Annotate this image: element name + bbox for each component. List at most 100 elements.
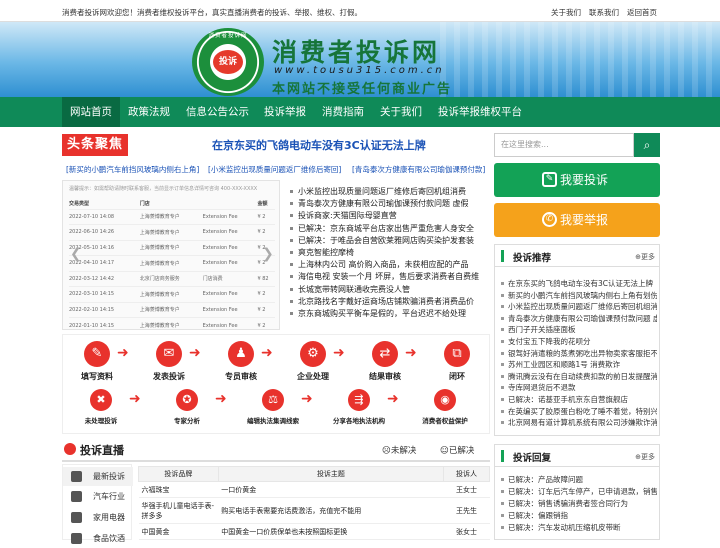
table-row[interactable]: 六福珠宝 一口价黄金 王女士 xyxy=(138,481,490,498)
news-item[interactable]: 海信电视 安装一个月 坏屏，售后要求消费者自费维 xyxy=(290,271,479,282)
flow-step: ⧉ 闭环 xyxy=(429,341,485,382)
table-row[interactable]: 华强手机儿童电话手表-拼多多 购买电话手表需要充话费激活，充值完不能用 王先生 xyxy=(138,497,490,524)
slider-col: 交易类型 xyxy=(69,201,90,208)
category-appliance[interactable]: 家用电器 xyxy=(63,508,133,527)
reply-more[interactable]: ⊕更多 xyxy=(635,452,655,462)
home-link[interactable]: 返回首页 xyxy=(627,7,657,18)
reply-item[interactable]: 已解决：产品故障问题 xyxy=(501,474,657,485)
news-item[interactable]: 已解决：京东商城平台店家出售严重危害人身安全 xyxy=(290,223,474,234)
search-button[interactable]: ⌕ xyxy=(634,133,660,157)
gear-icon: ⚙ xyxy=(300,341,326,367)
welcome-text: 消费者投诉网欢迎您！消费者维权投诉平台，真实直播消费者的投诉、举报、维权、打假。 xyxy=(62,8,362,17)
slider-cell: Extension Fee xyxy=(202,224,258,240)
flow-step-label: 企业处理 xyxy=(297,372,329,381)
search-input[interactable]: 在这里搜索... xyxy=(494,133,634,157)
table-cell: 中国黄金 xyxy=(138,523,219,540)
recommend-item[interactable]: 腾讯腾云没有在自动续费扣款的前日发提醒消费 xyxy=(501,371,657,382)
slider-cell: ¥ 2 xyxy=(257,317,275,329)
arrow-icon: ➜ xyxy=(189,345,201,361)
recommend-item[interactable]: 支付宝五下降我的花呗分 xyxy=(501,336,657,347)
headline-title[interactable]: 在京东买的飞鸽电动车没有3C认证无法上牌 xyxy=(212,137,426,153)
news-item[interactable]: 上海林内公司 高价购入商品，未获相应配的产品 xyxy=(290,259,469,270)
slider-cell: 2022-02-10 14:15 xyxy=(69,301,140,318)
category-list: 最新投诉 汽车行业 家用电器 食品饮酒 xyxy=(62,464,133,544)
news-item[interactable]: 青岛泰次方健康有限公司瑜伽课预付款问题 虚假 xyxy=(290,198,469,209)
news-item[interactable]: 北京路找名字戴好运商场店铺欺骗消费者消费品价 xyxy=(290,296,474,307)
car-icon xyxy=(71,491,82,502)
recommend-item[interactable]: 已解决：诺基亚手机京东自营旗舰店 xyxy=(501,394,657,405)
slider-cell: Extension Fee xyxy=(202,317,258,329)
category-food[interactable]: 食品饮酒 xyxy=(63,529,133,548)
news-item[interactable]: 长城宽带转网联通收完费没人管 xyxy=(290,284,410,295)
recommend-panel: 投诉推荐 ⊕更多 在京东买的飞鸽电动车没有3C认证无法上牌 新买的小鹏汽车前挡风玻璃… xyxy=(494,244,660,436)
slider-row: 2022-07-10 14:08 上海菱博教育专户 Extension Fee ¥ 2 xyxy=(69,208,275,225)
news-item[interactable]: 已解决：于唯品会自营欧莱雅网店购买染护发套装 xyxy=(290,235,474,246)
site-slogan: 本网站不接受任何商业广告 xyxy=(272,82,453,97)
flow-step-label: 专家分析 xyxy=(174,417,200,425)
process-flow: ✎ 填写资料 ➜ ✉ 发表投诉 ➜ ♟ 专员审核 ➜ ⚙ 企业处理 ➜ ⇄ 结果审核 ➜ ⧉ 闭环 ✖ 未处理投诉 ➜… xyxy=(62,334,490,434)
slider-col: 金额 xyxy=(257,201,268,208)
unresolved-tab[interactable]: ☹未解决 xyxy=(382,444,416,456)
category-auto[interactable]: 汽车行业 xyxy=(63,487,133,506)
arrow-icon: ➜ xyxy=(387,391,399,407)
slider-cell: 2022-06-10 14:26 xyxy=(69,224,140,240)
resolved-tab[interactable]: ☺已解决 xyxy=(440,444,474,456)
image-slider[interactable]: 温馨提示：如需帮助请随时联系客服，当前显示订单信息详情可咨询 400-XXX-X… xyxy=(62,180,280,330)
table-cell: 六福珠宝 xyxy=(138,481,219,498)
recommend-item[interactable]: 苏州工业园区和顺路1号 消费欺诈 xyxy=(501,359,657,370)
nav-policy[interactable]: 政策法规 xyxy=(120,97,178,127)
nav-about[interactable]: 关于我们 xyxy=(372,97,430,127)
slider-cell: Extension Fee xyxy=(202,301,258,318)
table-row[interactable]: 中国黄金 中国黄金一口价质保单也未按照国标更换 张女士 xyxy=(138,523,490,540)
recommend-item[interactable]: 小米监控出现质量问题返厂维修后寄回机组消 xyxy=(501,301,657,312)
contact-link[interactable]: 联系我们 xyxy=(589,7,619,18)
x-icon: ✖ xyxy=(90,389,112,411)
recommend-item[interactable]: 银驾好消遣粮的蒸煮粥吃出异物卖家客服拒不承 xyxy=(501,348,657,359)
recommend-item[interactable]: 在英编买了胶原蛋白粉吃了睡不着觉，特别兴奋 xyxy=(501,406,657,417)
recommend-item[interactable]: 新买的小鹏汽车前挡风玻璃内侧右上角有划伤 xyxy=(501,290,657,301)
recommend-more[interactable]: ⊕更多 xyxy=(635,252,655,262)
news-item[interactable]: 京东商城购买平衡车是假的，平台迟迟不给处理 xyxy=(290,308,466,319)
recommend-item[interactable]: 西门子开关插座面板 xyxy=(501,324,657,335)
slider-cell: Extension Fee xyxy=(202,255,258,271)
slider-prev-icon[interactable]: ❮ xyxy=(70,246,82,262)
recommend-item[interactable]: 青岛泰次方健康有限公司瑜伽课预付款问题 虚 xyxy=(501,313,657,324)
col-user: 投诉人 xyxy=(443,466,490,482)
reply-item[interactable]: 已解决：汽车发动机压缩机皮带断 xyxy=(501,522,657,533)
recommend-item[interactable]: 寺库网退货后不退款 xyxy=(501,382,657,393)
slider-next-icon[interactable]: ❯ xyxy=(262,246,274,262)
arrow-icon: ➜ xyxy=(215,391,227,407)
headline-link[interactable]: [新买的小鹏汽车前挡风玻璃内侧右上角] xyxy=(66,164,199,175)
nav-guide[interactable]: 消费指南 xyxy=(314,97,372,127)
headline-link[interactable]: [小米监控出现质量问题返厂维修后寄回] xyxy=(208,164,341,175)
report-button[interactable]: ✆ 我要举报 xyxy=(494,203,660,237)
reply-item[interactable]: 已解决：销售诱骗消费者签合同行为 xyxy=(501,498,657,509)
recommend-item[interactable]: 北京网易有道计算机系统有限公司涉嫌欺诈消费 xyxy=(501,417,657,428)
nav-home[interactable]: 网站首页 xyxy=(62,97,120,127)
recommend-item[interactable]: 在京东买的飞鸽电动车没有3C认证无法上牌 xyxy=(501,278,657,289)
reply-title: 投诉回复 xyxy=(513,453,552,464)
about-link[interactable]: 关于我们 xyxy=(551,7,581,18)
col-topic: 投诉主题 xyxy=(217,466,445,482)
nav-complaint[interactable]: 投诉举报 xyxy=(256,97,314,127)
table-cell: 王女士 xyxy=(443,481,490,498)
col-brand: 投诉品牌 xyxy=(138,466,219,482)
category-latest[interactable]: 最新投诉 xyxy=(63,467,133,486)
mail-icon: ✉ xyxy=(156,341,182,367)
flow-step: ✪ 专家分析 xyxy=(151,389,223,425)
flow-step-label: 专员审核 xyxy=(225,372,257,381)
unresolved-label: 未解决 xyxy=(390,446,417,456)
report-label: 我要举报 xyxy=(560,213,609,227)
reply-item[interactable]: 已解决：订车后汽车停产，已申请退款，销售及 xyxy=(501,486,657,497)
site-title: 消费者投诉网 xyxy=(272,38,441,67)
reply-panel: 投诉回复 ⊕更多 已解决：产品故障问题 已解决：订车后汽车停产，已申请退款，销售及已… xyxy=(494,444,660,540)
news-item[interactable]: 投诉商家:天猫国际母婴直营 xyxy=(290,210,397,221)
reply-item[interactable]: 已解决：偏跟销指 xyxy=(501,510,657,521)
nav-platform[interactable]: 投诉举报维权平台 xyxy=(430,97,530,127)
news-item[interactable]: 爽克智能控摩椅 xyxy=(290,247,354,258)
complain-button[interactable]: ✎ 我要投诉 xyxy=(494,163,660,197)
nav-announcements[interactable]: 信息公告公示 xyxy=(178,97,257,127)
news-item[interactable]: 小米监控出现质量问题返厂维修后寄回机组消费 xyxy=(290,186,466,197)
headline-link[interactable]: [青岛泰次方健康有限公司瑜伽课预付款] xyxy=(352,164,485,175)
slider-cell: Extension Fee xyxy=(202,208,258,225)
